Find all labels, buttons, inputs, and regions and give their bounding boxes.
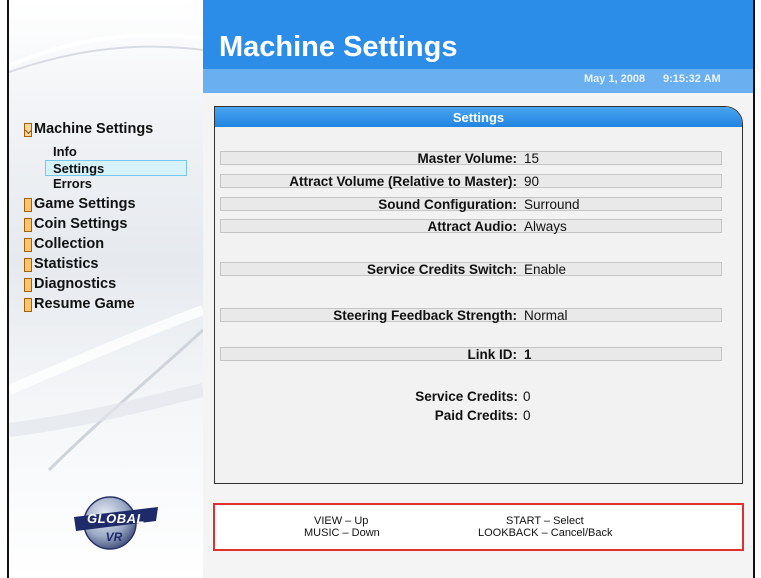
global-vr-logo: GLOBAL VR	[74, 496, 158, 550]
svg-text:VR: VR	[106, 530, 123, 544]
panel-header: Settings	[215, 107, 742, 127]
submenu-item-settings[interactable]: Settings	[53, 161, 104, 176]
menu-marker-icon	[24, 238, 32, 252]
setting-row-sound-configuration[interactable]: Sound Configuration: Surround	[220, 197, 722, 212]
submenu-item-errors[interactable]: Errors	[53, 176, 92, 191]
setting-row-link-id[interactable]: Link ID: 1	[220, 347, 722, 362]
menu-marker-icon	[24, 198, 32, 212]
help-lookback-cancel: LOOKBACK – Cancel/Back	[478, 527, 613, 539]
help-music-down: MUSIC – Down	[304, 527, 380, 539]
menu-marker-icon	[24, 258, 32, 272]
help-start-select: START – Select	[506, 515, 584, 527]
page-header: Machine Settings	[203, 0, 753, 69]
menu-marker-icon	[24, 278, 32, 292]
setting-row-master-volume[interactable]: Master Volume: 15	[220, 151, 722, 166]
setting-row-service-credits-switch[interactable]: Service Credits Switch: Enable	[220, 262, 722, 277]
page-title: Machine Settings	[219, 31, 458, 63]
info-row-service-credits: Service Credits: 0	[415, 389, 531, 404]
setting-row-steering-feedback[interactable]: Steering Feedback Strength: Normal	[220, 308, 722, 323]
submenu-item-info[interactable]: Info	[53, 144, 77, 159]
info-row-paid-credits: Paid Credits: 0	[434, 408, 531, 423]
help-view-up: VIEW – Up	[314, 515, 369, 527]
current-date: May 1, 2008	[584, 73, 646, 85]
svg-text:GLOBAL: GLOBAL	[87, 511, 145, 526]
date-time-bar: May 1, 2008 9:15:32 AM	[203, 69, 753, 93]
setting-row-attract-volume[interactable]: Attract Volume (Relative to Master): 90	[220, 174, 722, 189]
selected-checkbox-icon	[24, 123, 32, 137]
right-frame-border	[753, 0, 755, 578]
menu-marker-icon	[24, 218, 32, 232]
current-time: 9:15:32 AM	[663, 73, 721, 85]
panel-title: Settings	[452, 110, 505, 125]
controls-help-box: VIEW – Up MUSIC – Down START – Select LO…	[213, 503, 744, 551]
setting-row-attract-audio[interactable]: Attract Audio: Always	[220, 219, 722, 234]
menu-marker-icon	[24, 298, 32, 312]
